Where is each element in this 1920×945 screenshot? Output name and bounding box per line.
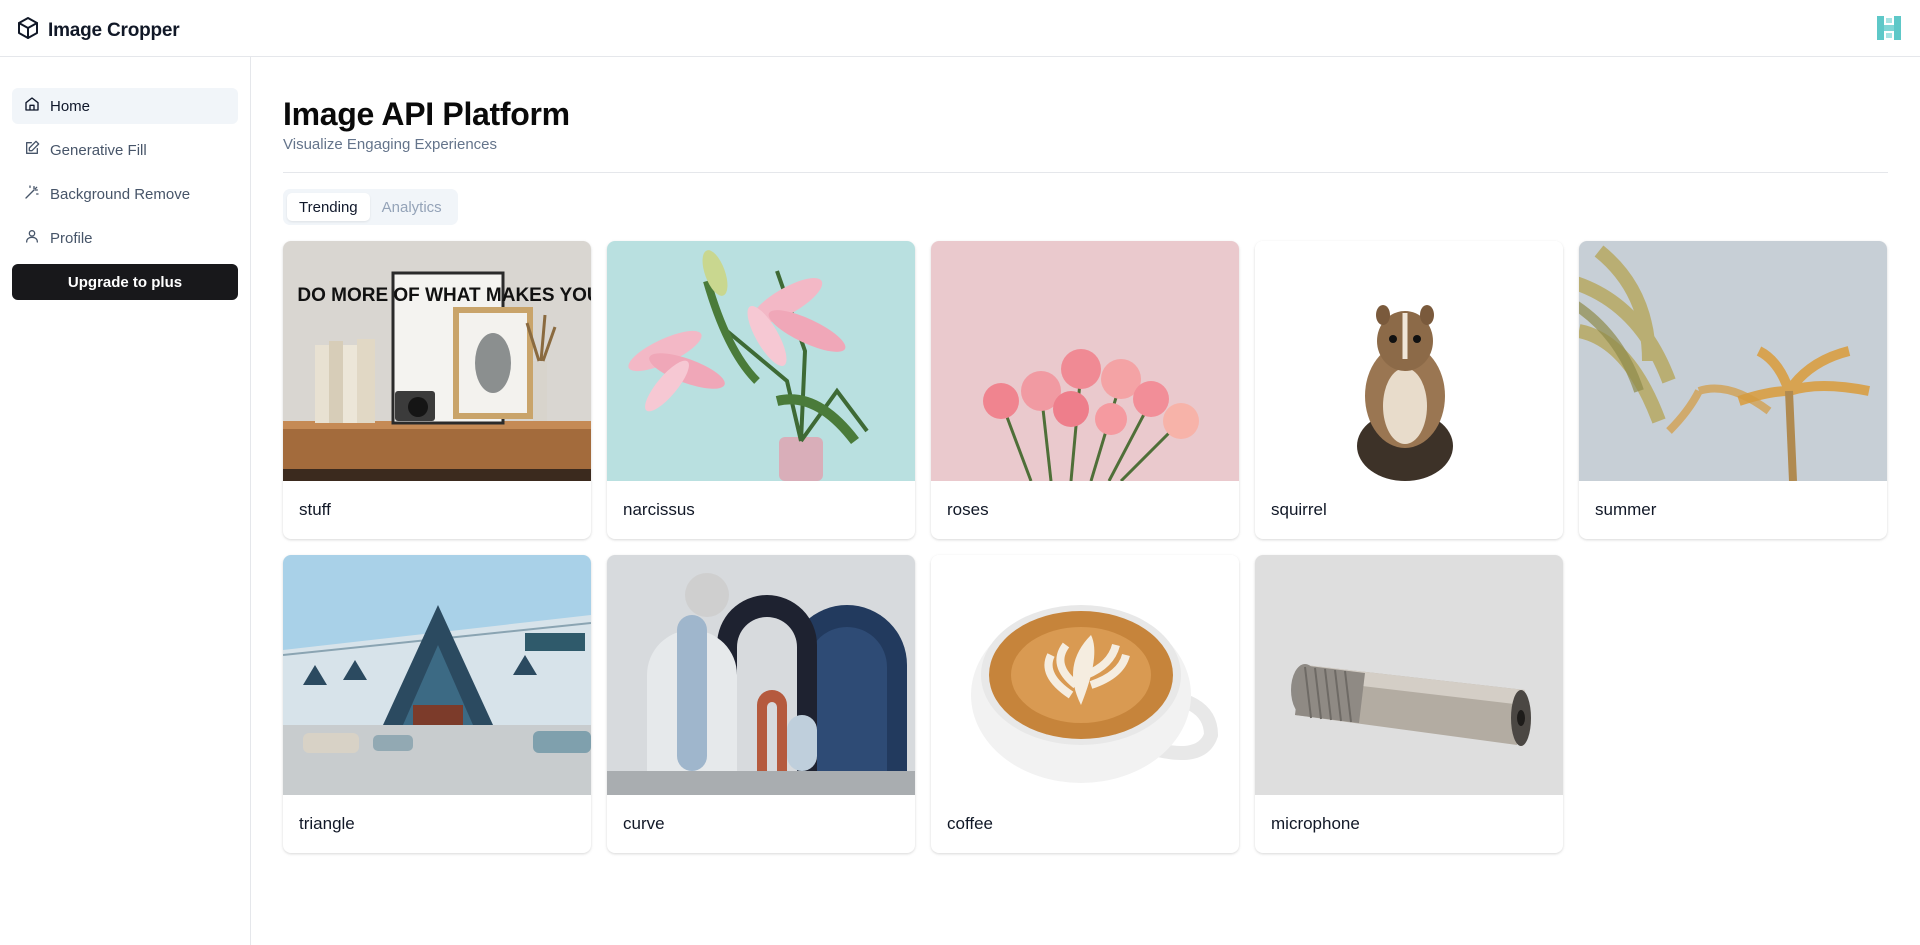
card-label: curve [623, 814, 665, 833]
main-content: Image API Platform Visualize Engaging Ex… [283, 57, 1888, 853]
image-card-curve[interactable]: curve [607, 555, 915, 853]
card-label: summer [1595, 500, 1657, 519]
image-curve [607, 555, 915, 795]
card-label: triangle [299, 814, 355, 833]
image-card-roses[interactable]: roses [931, 241, 1239, 539]
user-icon [24, 228, 40, 248]
brand[interactable]: Image Cropper [16, 16, 180, 45]
sidebar-item-generative-fill[interactable]: Generative Fill [12, 132, 238, 168]
top-bar: Image Cropper [0, 0, 1920, 57]
tab-analytics[interactable]: Analytics [370, 193, 454, 221]
sidebar-item-profile[interactable]: Profile [12, 220, 238, 256]
app-name: Image Cropper [48, 19, 180, 41]
card-label: narcissus [623, 500, 695, 519]
page-title: Image API Platform [283, 96, 570, 132]
edit-icon [24, 140, 40, 160]
image-triangle [283, 555, 591, 795]
image-summer [1579, 241, 1887, 481]
card-label: roses [947, 500, 989, 519]
image-roses [931, 241, 1239, 481]
sidebar-item-background-remove[interactable]: Background Remove [12, 176, 238, 212]
poster-text: DO MORE OF WHAT MAKES YOU [297, 285, 591, 306]
sidebar-item-home[interactable]: Home [12, 88, 238, 124]
tab-list: Trending Analytics [283, 189, 458, 225]
sidebar-item-label: Home [50, 97, 91, 115]
image-coffee [931, 555, 1239, 795]
image-card-microphone[interactable]: microphone [1255, 555, 1563, 853]
avatar[interactable] [1874, 13, 1904, 43]
avatar-icon [1874, 13, 1904, 43]
magic-wand-icon [24, 184, 40, 204]
card-label: squirrel [1271, 500, 1327, 519]
image-card-narcissus[interactable]: narcissus [607, 241, 915, 539]
image-squirrel [1255, 241, 1563, 481]
tab-trending[interactable]: Trending [287, 193, 370, 221]
image-narcissus [607, 241, 915, 481]
home-icon [24, 96, 40, 116]
cube-logo-icon [16, 16, 40, 45]
image-card-coffee[interactable]: coffee [931, 555, 1239, 853]
image-card-stuff[interactable]: DO MORE OF WHAT MAKES YOU stuff [283, 241, 591, 539]
card-label: stuff [299, 500, 331, 519]
card-label: coffee [947, 814, 994, 833]
upgrade-button[interactable]: Upgrade to plus [12, 264, 238, 300]
sidebar-item-label: Generative Fill [50, 141, 147, 159]
image-stuff: DO MORE OF WHAT MAKES YOU [283, 241, 591, 481]
image-microphone [1255, 555, 1563, 795]
image-card-squirrel[interactable]: squirrel [1255, 241, 1563, 539]
image-card-summer[interactable]: summer [1579, 241, 1887, 539]
divider [283, 172, 1888, 173]
image-grid: DO MORE OF WHAT MAKES YOU stuff narcissu… [283, 241, 1888, 853]
page-subtitle: Visualize Engaging Experiences [283, 136, 498, 153]
sidebar-item-label: Background Remove [50, 185, 191, 203]
sidebar-item-label: Profile [50, 229, 93, 247]
sidebar: Home Generative Fill Background Remove P… [0, 57, 251, 945]
image-card-triangle[interactable]: triangle [283, 555, 591, 853]
card-label: microphone [1271, 814, 1360, 833]
